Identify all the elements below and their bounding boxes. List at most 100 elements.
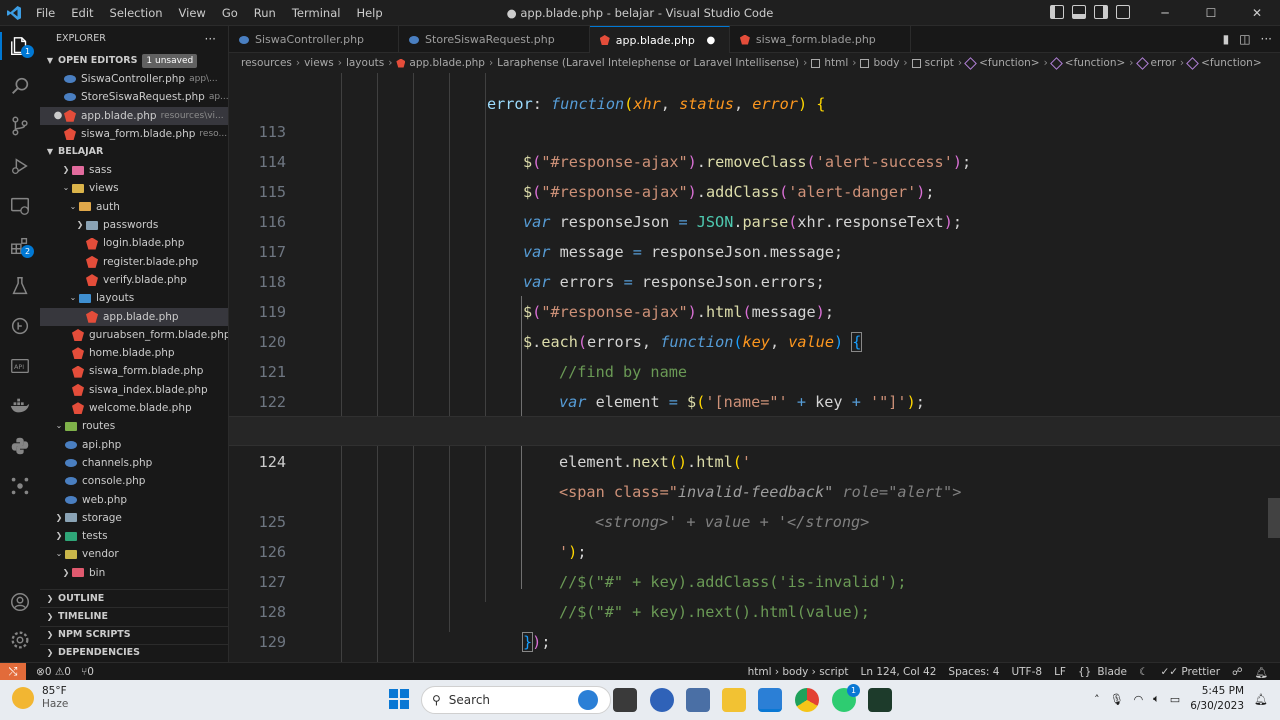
eol-status[interactable]: LF <box>1054 666 1066 678</box>
tree-file[interactable]: web.php <box>40 491 228 509</box>
tree-folder-auth[interactable]: ⌄ auth <box>40 198 228 216</box>
open-preview-icon[interactable]: ▮ <box>1223 32 1230 46</box>
bing-chat-icon[interactable] <box>578 690 598 710</box>
language-mode-status[interactable]: {} Blade <box>1078 666 1127 678</box>
chevron-up-icon[interactable]: ˄ <box>1094 693 1100 706</box>
menu-run[interactable]: Run <box>246 0 284 26</box>
tree-file[interactable]: guruabsen_form.blade.php <box>40 326 228 344</box>
tree-file[interactable]: siswa_form.blade.php <box>40 362 228 380</box>
python-icon[interactable] <box>0 426 40 466</box>
open-editor-item-active[interactable]: ● app.blade.php resources\vi... <box>40 106 228 125</box>
extensions-icon[interactable]: 2 <box>0 226 40 266</box>
tree-file[interactable]: siswa_index.blade.php <box>40 381 228 399</box>
tree-file[interactable]: console.php <box>40 472 228 490</box>
notifications-icon[interactable]: 🔔︎ <box>1254 693 1268 706</box>
tree-file[interactable]: verify.blade.php <box>40 271 228 289</box>
tree-file[interactable]: register.blade.php <box>40 253 228 271</box>
run-debug-icon[interactable] <box>0 146 40 186</box>
tree-folder-storage[interactable]: ❯ storage <box>40 509 228 527</box>
vscode-taskbar-icon[interactable] <box>758 688 782 712</box>
tab-store-siswa-request[interactable]: StoreSiswaRequest.php <box>399 26 590 53</box>
toggle-primary-sidebar-icon[interactable] <box>1050 5 1064 19</box>
editor-scrollbar[interactable] <box>1266 73 1280 662</box>
breadcrumb-item[interactable]: html <box>824 57 848 69</box>
testing-icon[interactable] <box>0 266 40 306</box>
tree-file[interactable]: welcome.blade.php <box>40 399 228 417</box>
microphone-icon[interactable]: 🎙︎ <box>1110 693 1124 706</box>
menu-go[interactable]: Go <box>214 0 246 26</box>
indentation-status[interactable]: Spaces: 4 <box>948 666 999 678</box>
menu-view[interactable]: View <box>171 0 214 26</box>
notifications-bell-icon[interactable]: 🔔︎ <box>1255 666 1268 679</box>
wifi-icon[interactable]: ◠ <box>1134 693 1144 706</box>
breadcrumb-item[interactable]: layouts <box>346 57 384 69</box>
open-editors-section[interactable]: ▼ OPEN EDITORS 1 unsaved <box>40 52 228 70</box>
prettier-status[interactable]: ✓✓ Prettier <box>1160 666 1220 678</box>
unsaved-dot-icon[interactable]: ● <box>703 35 719 46</box>
tree-folder-layouts[interactable]: ⌄ layouts <box>40 289 228 307</box>
manage-gear-icon[interactable] <box>0 620 40 660</box>
breadcrumb-item[interactable]: <function> <box>1201 57 1262 69</box>
tab-siswa-controller[interactable]: SiswaController.php <box>229 26 400 53</box>
cursor-position-status[interactable]: Ln 124, Col 42 <box>860 666 936 678</box>
network-app-icon[interactable] <box>686 688 710 712</box>
project-manager-icon[interactable] <box>0 466 40 506</box>
toggle-panel-icon[interactable] <box>1072 5 1086 19</box>
open-editor-item[interactable]: siswa_form.blade.php reso... <box>40 125 228 143</box>
tree-folder-bin[interactable]: ❯ bin <box>40 564 228 582</box>
feedback-icon[interactable]: ☍ <box>1232 666 1243 678</box>
breadcrumb-item[interactable]: Laraphense (Laravel Intelephense or Lara… <box>497 57 799 69</box>
problems-status[interactable]: ⊗0 ⚠0 <box>36 666 71 678</box>
weather-widget[interactable]: 85°F Haze <box>12 685 68 711</box>
toggle-secondary-sidebar-icon[interactable] <box>1094 5 1108 19</box>
remote-explorer-icon[interactable] <box>0 186 40 226</box>
customize-layout-icon[interactable] <box>1116 5 1130 19</box>
menu-help[interactable]: Help <box>348 0 390 26</box>
remote-indicator-icon[interactable]: ⤭ <box>0 662 26 681</box>
tree-folder-routes[interactable]: ⌄ routes <box>40 417 228 435</box>
accounts-icon[interactable] <box>0 582 40 622</box>
timeline-section[interactable]: ❯ TIMELINE <box>40 607 228 625</box>
maximize-icon[interactable]: ☐ <box>1188 0 1234 26</box>
open-editor-item[interactable]: SiswaController.php app\... <box>40 70 228 88</box>
tree-folder-passwords[interactable]: ❯ passwords <box>40 216 228 234</box>
split-editor-icon[interactable]: ◫ <box>1239 32 1250 46</box>
breadcrumb-item[interactable]: script <box>925 57 954 69</box>
breadcrumb-item[interactable]: <function> <box>979 57 1040 69</box>
file-explorer-icon[interactable] <box>722 688 746 712</box>
npm-scripts-section[interactable]: ❯ NPM SCRIPTS <box>40 625 228 644</box>
volume-icon[interactable]: 🔈︎ <box>1153 692 1160 706</box>
tree-folder-tests[interactable]: ❯ tests <box>40 527 228 545</box>
more-actions-icon[interactable]: ··· <box>1261 32 1272 46</box>
tree-file[interactable]: login.blade.php <box>40 234 228 252</box>
search-icon[interactable] <box>0 66 40 106</box>
breadcrumb-item[interactable]: resources <box>241 57 292 69</box>
tree-folder-sass[interactable]: ❯ sass <box>40 161 228 179</box>
tree-file[interactable]: api.php <box>40 436 228 454</box>
tree-file-selected[interactable]: app.blade.php <box>40 307 228 326</box>
project-section[interactable]: ▼ BELAJAR <box>40 143 228 161</box>
clock[interactable]: 5:45 PM 6/30/2023 <box>1190 684 1244 714</box>
tree-file[interactable]: home.blade.php <box>40 344 228 362</box>
git-graph-icon[interactable] <box>0 306 40 346</box>
sync-icon[interactable]: ☾ <box>1139 666 1148 678</box>
close-icon[interactable]: ✕ <box>1234 0 1280 26</box>
breadcrumb-item[interactable]: error <box>1151 57 1176 69</box>
tree-file[interactable]: channels.php <box>40 454 228 472</box>
task-view-icon[interactable] <box>613 688 637 712</box>
terminal-icon[interactable] <box>868 688 892 712</box>
minimize-icon[interactable]: ─ <box>1142 0 1188 26</box>
ports-status[interactable]: ⑂0 <box>81 666 94 678</box>
tab-siswa-form-blade[interactable]: siswa_form.blade.php <box>730 26 911 53</box>
edge-icon[interactable] <box>650 688 674 712</box>
breadcrumb-item[interactable]: <function> <box>1065 57 1126 69</box>
language-path-status[interactable]: html › body › script <box>748 666 849 678</box>
menu-file[interactable]: File <box>28 0 63 26</box>
code-editor[interactable]: error: function(xhr, status, error) { 11… <box>229 73 1280 662</box>
source-control-icon[interactable] <box>0 106 40 146</box>
explorer-icon[interactable]: 1 <box>0 26 40 66</box>
tab-app-blade[interactable]: app.blade.php ● <box>589 26 730 53</box>
menu-edit[interactable]: Edit <box>63 0 101 26</box>
battery-icon[interactable]: ▭ <box>1170 693 1180 706</box>
tree-folder-vendor[interactable]: ⌄ vendor <box>40 545 228 563</box>
